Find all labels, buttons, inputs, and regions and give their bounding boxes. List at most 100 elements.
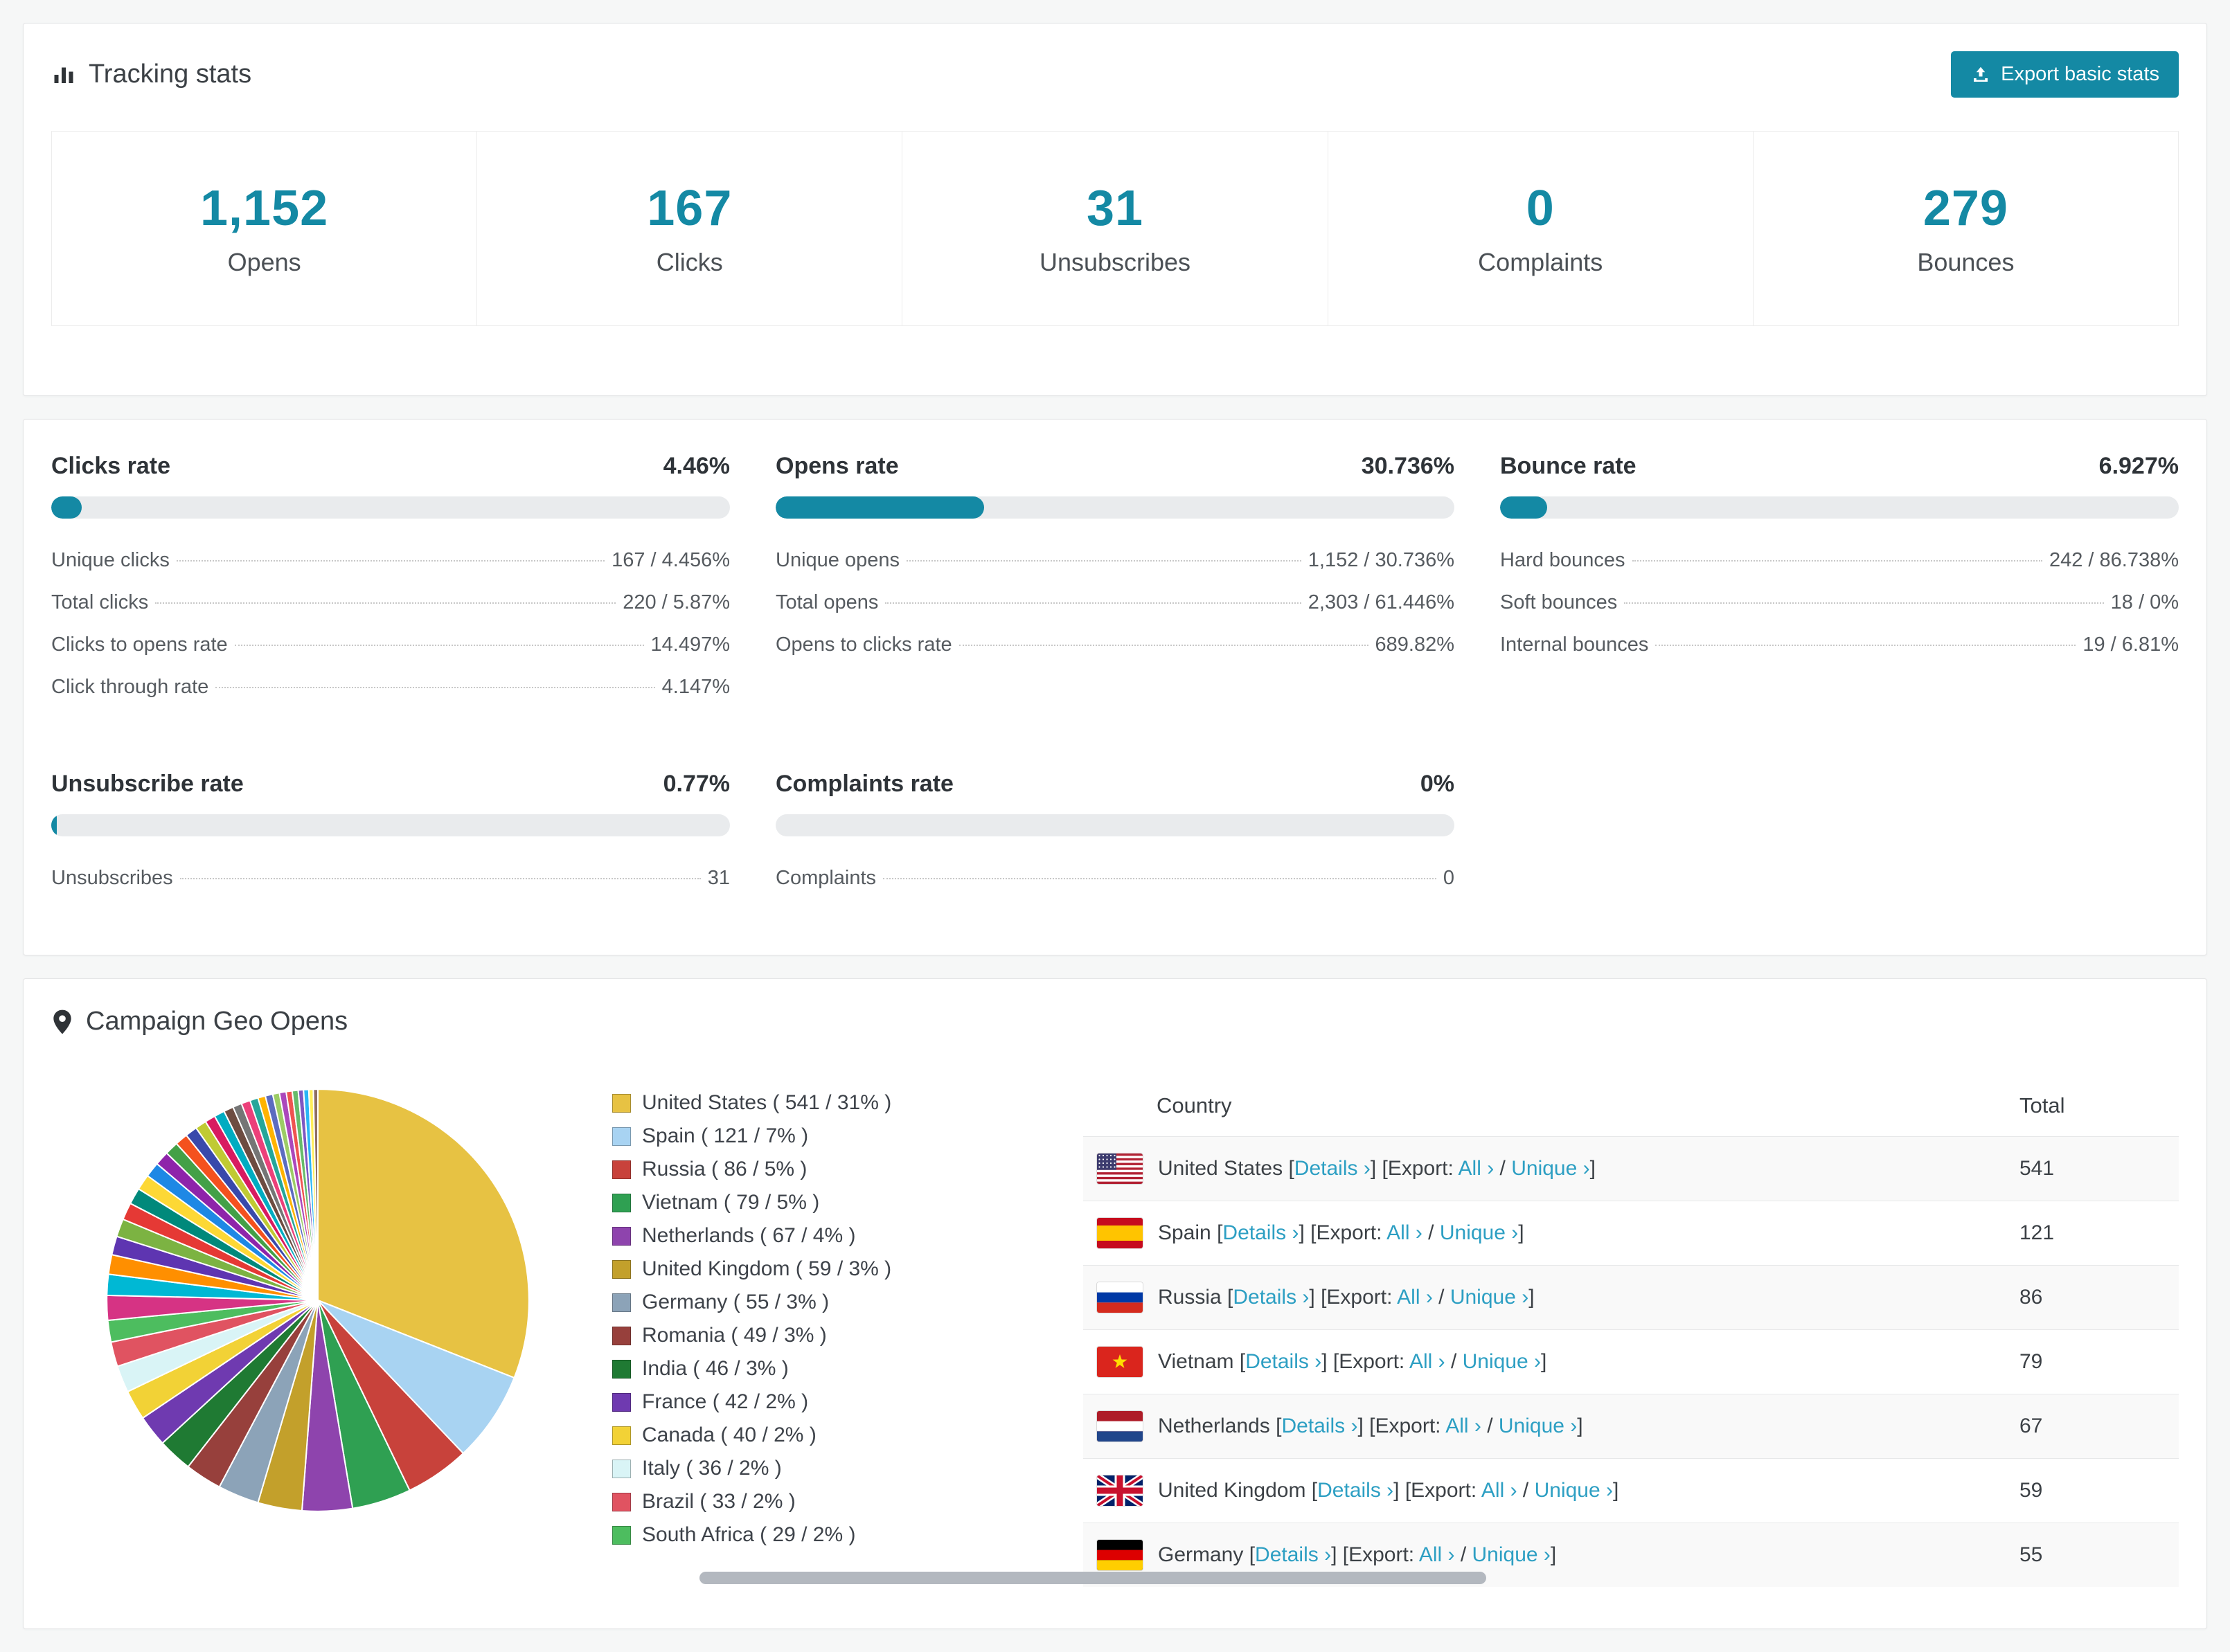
stat-box-bounces: 279 Bounces bbox=[1752, 131, 2179, 326]
rate-value: 0% bbox=[1420, 771, 1454, 797]
rate-row-label: Click through rate bbox=[51, 676, 209, 698]
legend-swatch bbox=[612, 1226, 631, 1246]
rate-row-value: 0 bbox=[1443, 867, 1454, 889]
stat-label: Unsubscribes bbox=[1039, 248, 1191, 276]
rate-progress-fill bbox=[51, 814, 57, 836]
country-total: 59 bbox=[2019, 1458, 2179, 1523]
legend-item: Romania ( 49 / 3% ) bbox=[612, 1319, 1062, 1352]
legend-item: Spain ( 121 / 7% ) bbox=[612, 1120, 1062, 1153]
rate-title: Bounce rate bbox=[1500, 453, 1636, 479]
export-all-link[interactable]: All › bbox=[1459, 1157, 1495, 1180]
geo-table-row-gb: United Kingdom [Details ›] [Export: All … bbox=[1083, 1458, 2179, 1523]
export-unique-link[interactable]: Unique › bbox=[1440, 1221, 1518, 1244]
rate-head: Clicks rate 4.46% bbox=[51, 453, 730, 480]
rate-row-value: 14.497% bbox=[650, 634, 731, 656]
export-all-link[interactable]: All › bbox=[1409, 1350, 1445, 1373]
rate-row-value: 242 / 86.738% bbox=[2049, 549, 2179, 571]
rate-row: Internal bounces 19 / 6.81% bbox=[1500, 624, 2179, 666]
stat-value: 167 bbox=[647, 181, 733, 236]
stat-label: Clicks bbox=[656, 248, 723, 276]
legend-label: United States ( 541 / 31% ) bbox=[642, 1091, 892, 1114]
dotted-leader bbox=[883, 878, 1436, 879]
rate-row: Total clicks 220 / 5.87% bbox=[51, 582, 730, 624]
export-unique-link[interactable]: Unique › bbox=[1463, 1350, 1541, 1373]
legend-label: United Kingdom ( 59 / 3% ) bbox=[642, 1257, 892, 1280]
rate-row-label: Unique clicks bbox=[51, 549, 170, 571]
tracking-stats-card: Tracking stats Export basic stats 1,152 … bbox=[23, 23, 2207, 396]
geo-pie-chart bbox=[106, 1088, 530, 1512]
geo-table-row-nl: Netherlands [Details ›] [Export: All › /… bbox=[1083, 1394, 2179, 1459]
legend-item: France ( 42 / 2% ) bbox=[612, 1385, 1062, 1419]
rate-rows: Unique clicks 167 / 4.456% Total clicks … bbox=[51, 539, 730, 708]
rate-head: Unsubscribe rate 0.77% bbox=[51, 771, 730, 798]
stat-box-opens: 1,152 Opens bbox=[51, 131, 478, 326]
export-unique-link[interactable]: Unique › bbox=[1472, 1543, 1551, 1566]
rate-progress-fill bbox=[1500, 496, 1547, 519]
geo-opens-title-text: Campaign Geo Opens bbox=[86, 1007, 348, 1036]
export-icon bbox=[1974, 66, 1988, 82]
legend-swatch bbox=[612, 1126, 631, 1146]
details-link[interactable]: Details › bbox=[1245, 1350, 1321, 1373]
flag-vn-icon bbox=[1097, 1347, 1143, 1377]
export-all-link[interactable]: All › bbox=[1386, 1221, 1422, 1244]
country-total: 55 bbox=[2019, 1523, 2179, 1587]
rates-card: Clicks rate 4.46% Unique clicks 167 / 4.… bbox=[23, 419, 2207, 955]
details-link[interactable]: Details › bbox=[1233, 1286, 1309, 1309]
details-link[interactable]: Details › bbox=[1281, 1415, 1357, 1437]
legend-label: India ( 46 / 3% ) bbox=[642, 1357, 789, 1380]
country-links: Spain [Details ›] [Export: All › / Uniqu… bbox=[1158, 1221, 1524, 1244]
rate-row: Soft bounces 18 / 0% bbox=[1500, 582, 2179, 624]
legend-swatch bbox=[612, 1293, 631, 1312]
export-unique-link[interactable]: Unique › bbox=[1511, 1157, 1589, 1180]
country-column-header: Country bbox=[1157, 1093, 1232, 1117]
export-unique-link[interactable]: Unique › bbox=[1450, 1286, 1528, 1309]
details-link[interactable]: Details › bbox=[1222, 1221, 1299, 1244]
dotted-leader bbox=[234, 645, 644, 646]
geo-table-row-ru: Russia [Details ›] [Export: All › / Uniq… bbox=[1083, 1265, 2179, 1330]
rate-rows: Unsubscribes 31 bbox=[51, 857, 730, 899]
geo-table-row-es: Spain [Details ›] [Export: All › / Uniqu… bbox=[1083, 1201, 2179, 1266]
geo-table-row-vn: Vietnam [Details ›] [Export: All › / Uni… bbox=[1083, 1329, 2179, 1394]
rate-progress-fill bbox=[776, 496, 985, 519]
rate-progress-track bbox=[1500, 496, 2179, 519]
geo-pie-legend: United States ( 541 / 31% ) Spain ( 121 … bbox=[612, 1075, 1062, 1587]
tracking-stats-header: Tracking stats Export basic stats bbox=[51, 51, 2179, 98]
legend-label: Canada ( 40 / 2% ) bbox=[642, 1424, 817, 1446]
horizontal-scrollbar-thumb[interactable] bbox=[699, 1572, 1486, 1584]
legend-swatch bbox=[612, 1525, 631, 1545]
geo-opens-card: Campaign Geo Opens United States ( 541 /… bbox=[23, 978, 2207, 1629]
country-links: Vietnam [Details ›] [Export: All › / Uni… bbox=[1158, 1350, 1547, 1373]
details-link[interactable]: Details › bbox=[1255, 1543, 1331, 1566]
export-basic-stats-button[interactable]: Export basic stats bbox=[1951, 51, 2179, 98]
rate-row-value: 18 / 0% bbox=[2110, 591, 2179, 613]
dotted-leader bbox=[215, 687, 655, 688]
country-total: 541 bbox=[2019, 1136, 2179, 1201]
rate-row-value: 2,303 / 61.446% bbox=[1308, 591, 1454, 613]
details-link[interactable]: Details › bbox=[1294, 1157, 1371, 1180]
rate-panel-clicks-rate: Clicks rate 4.46% Unique clicks 167 / 4.… bbox=[51, 453, 730, 708]
country-total: 121 bbox=[2019, 1201, 2179, 1266]
legend-item: Canada ( 40 / 2% ) bbox=[612, 1419, 1062, 1452]
dotted-leader bbox=[885, 602, 1301, 604]
stat-label: Complaints bbox=[1478, 248, 1603, 276]
export-all-link[interactable]: All › bbox=[1481, 1479, 1517, 1502]
rate-row: Complaints 0 bbox=[776, 857, 1454, 899]
export-all-link[interactable]: All › bbox=[1419, 1543, 1455, 1566]
geo-opens-title: Campaign Geo Opens bbox=[51, 1007, 2179, 1036]
rate-row-value: 19 / 6.81% bbox=[2082, 634, 2179, 656]
details-link[interactable]: Details › bbox=[1317, 1479, 1393, 1502]
export-basic-stats-label: Export basic stats bbox=[2001, 63, 2159, 85]
dotted-leader bbox=[176, 560, 605, 562]
rate-rows: Hard bounces 242 / 86.738% Soft bounces … bbox=[1500, 539, 2179, 666]
legend-swatch bbox=[612, 1359, 631, 1379]
rate-row: Unique opens 1,152 / 30.736% bbox=[776, 539, 1454, 582]
country-total: 86 bbox=[2019, 1265, 2179, 1330]
geo-table-header-row: Country Total bbox=[1083, 1075, 2179, 1137]
export-all-link[interactable]: All › bbox=[1445, 1415, 1481, 1437]
export-unique-link[interactable]: Unique › bbox=[1499, 1415, 1577, 1437]
rate-progress-track bbox=[776, 814, 1454, 836]
stats-row: 1,152 Opens 167 Clicks 31 Unsubscribes 0… bbox=[51, 131, 2179, 326]
export-all-link[interactable]: All › bbox=[1397, 1286, 1433, 1309]
rate-progress-track bbox=[51, 814, 730, 836]
export-unique-link[interactable]: Unique › bbox=[1535, 1479, 1613, 1502]
